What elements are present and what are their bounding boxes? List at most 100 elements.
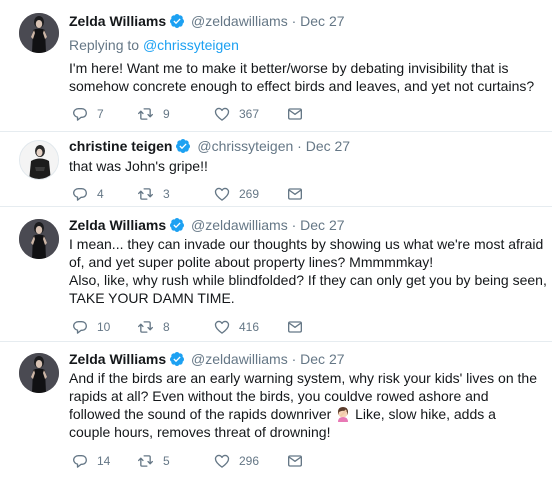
- woman-facepalming-emoji-icon: [338, 407, 349, 422]
- envelope-icon: [287, 453, 303, 469]
- tweet-2[interactable]: christine teigen @chrissyteigen · Dec 27…: [0, 132, 552, 206]
- verified-badge-icon: [169, 351, 185, 367]
- avatar-image: [19, 353, 59, 393]
- tweet-text-line: I'm here! Want me to make it better/wors…: [69, 60, 509, 76]
- like-count: 296: [239, 454, 260, 468]
- heart-icon: [214, 453, 230, 469]
- replying-to-handle-link[interactable]: @chrissyteigen: [143, 37, 239, 53]
- heart-icon: [214, 106, 230, 122]
- tweet-text-line: Also, like, why rush while blindfolded? …: [69, 272, 547, 288]
- tweet-text: And if the birds are an early warning sy…: [69, 369, 539, 441]
- avatar[interactable]: [19, 353, 59, 393]
- retweet-icon: [137, 186, 154, 202]
- reply-icon: [72, 106, 88, 122]
- user-handle[interactable]: @zeldawilliams: [191, 351, 288, 367]
- tweet-text: that was John's gripe!!: [69, 157, 539, 175]
- envelope-icon: [287, 186, 303, 202]
- like-button[interactable]: 296: [214, 452, 259, 470]
- tweet-text-line: I mean... they can invade our thoughts b…: [69, 236, 544, 252]
- tweet-text: I'm here! Want me to make it better/wors…: [69, 59, 539, 95]
- like-count: 367: [239, 107, 260, 121]
- replying-to-prefix: Replying to: [69, 37, 140, 53]
- tweet-3[interactable]: Zelda Williams @zeldawilliams · Dec 27 I…: [0, 207, 552, 341]
- heart-icon: [214, 319, 230, 335]
- separator-dot: ·: [291, 217, 297, 233]
- heart-icon: [214, 186, 230, 202]
- reply-icon: [72, 186, 88, 202]
- direct-message-button[interactable]: [287, 318, 303, 336]
- like-count: 269: [239, 187, 260, 201]
- tweet-4[interactable]: Zelda Williams @zeldawilliams · Dec 27 A…: [0, 342, 552, 484]
- tweet-text-line: couple hours, removes threat of drowning…: [69, 424, 331, 440]
- avatar[interactable]: [19, 219, 59, 259]
- replying-to: Replying to @chrissyteigen: [69, 36, 239, 54]
- display-name[interactable]: Zelda Williams: [69, 217, 166, 233]
- tweet-text-line: And if the birds are an early warning sy…: [69, 370, 537, 386]
- verified-badge-icon: [169, 217, 185, 233]
- reply-button[interactable]: 7: [72, 105, 104, 123]
- avatar-image: [20, 141, 59, 180]
- retweet-button[interactable]: 3: [137, 185, 170, 203]
- tweet-text-line: of, and yet super polite about property …: [69, 254, 434, 270]
- reply-count: 7: [97, 107, 104, 121]
- retweet-icon: [137, 319, 154, 335]
- direct-message-button[interactable]: [287, 452, 303, 470]
- tweet-text-segment: Like, slow hike, adds a: [355, 406, 496, 422]
- verified-badge-icon: [175, 138, 191, 154]
- avatar[interactable]: [19, 13, 59, 53]
- reply-icon: [72, 453, 88, 469]
- avatar-image: [19, 13, 59, 53]
- tweet-text-line-with-emoji: followed the sound of the rapids downriv…: [69, 405, 539, 423]
- reply-count: 10: [97, 320, 111, 334]
- tweet-date[interactable]: Dec 27: [306, 138, 350, 154]
- separator-dot: ·: [291, 351, 297, 367]
- user-handle[interactable]: @zeldawilliams: [191, 13, 288, 29]
- envelope-icon: [287, 106, 303, 122]
- user-handle[interactable]: @zeldawilliams: [191, 217, 288, 233]
- verified-badge-icon: [169, 13, 185, 29]
- reply-icon: [72, 319, 88, 335]
- reply-count: 4: [97, 187, 104, 201]
- display-name[interactable]: Zelda Williams: [69, 351, 166, 367]
- display-name[interactable]: christine teigen: [69, 138, 172, 154]
- separator-dot: ·: [291, 13, 297, 29]
- tweet-header: Zelda Williams @zeldawilliams · Dec 27: [69, 216, 345, 234]
- retweet-count: 8: [163, 320, 170, 334]
- retweet-button[interactable]: 5: [137, 452, 170, 470]
- tweet-date[interactable]: Dec 27: [300, 217, 344, 233]
- reply-count: 14: [97, 454, 111, 468]
- tweet-text-line: that was John's gripe!!: [69, 158, 208, 174]
- tweet-text-segment: followed the sound of the rapids downriv…: [69, 406, 332, 422]
- retweet-button[interactable]: 9: [137, 105, 170, 123]
- tweet-text-line: somehow concrete enough to effect birds …: [69, 78, 535, 94]
- avatar-image: [19, 219, 59, 259]
- reply-button[interactable]: 4: [72, 185, 104, 203]
- tweet-header: Zelda Williams @zeldawilliams · Dec 27: [69, 350, 345, 368]
- retweet-count: 3: [163, 187, 170, 201]
- retweet-icon: [137, 453, 154, 469]
- like-count: 416: [239, 320, 260, 334]
- like-button[interactable]: 416: [214, 318, 259, 336]
- retweet-icon: [137, 106, 154, 122]
- retweet-button[interactable]: 8: [137, 318, 170, 336]
- tweet-1[interactable]: Zelda Williams @zeldawilliams · Dec 27 R…: [0, 0, 552, 131]
- envelope-icon: [287, 319, 303, 335]
- reply-button[interactable]: 10: [72, 318, 110, 336]
- tweet-text: I mean... they can invade our thoughts b…: [69, 235, 547, 307]
- tweet-date[interactable]: Dec 27: [300, 351, 344, 367]
- separator-dot: ·: [297, 138, 302, 154]
- display-name[interactable]: Zelda Williams: [69, 13, 166, 29]
- user-handle[interactable]: @chrissyteigen: [197, 138, 293, 154]
- tweet-header: Zelda Williams @zeldawilliams · Dec 27: [69, 12, 345, 30]
- retweet-count: 5: [163, 454, 170, 468]
- avatar[interactable]: [19, 140, 59, 180]
- direct-message-button[interactable]: [287, 105, 303, 123]
- tweet-date[interactable]: Dec 27: [300, 13, 344, 29]
- direct-message-button[interactable]: [287, 185, 303, 203]
- reply-button[interactable]: 14: [72, 452, 110, 470]
- tweet-text-line: TAKE YOUR DAMN TIME.: [69, 290, 235, 306]
- like-button[interactable]: 367: [214, 105, 259, 123]
- tweet-text-line: rapids at all? Even without the birds, y…: [69, 388, 489, 404]
- like-button[interactable]: 269: [214, 185, 259, 203]
- tweet-header: christine teigen @chrissyteigen · Dec 27: [69, 137, 350, 155]
